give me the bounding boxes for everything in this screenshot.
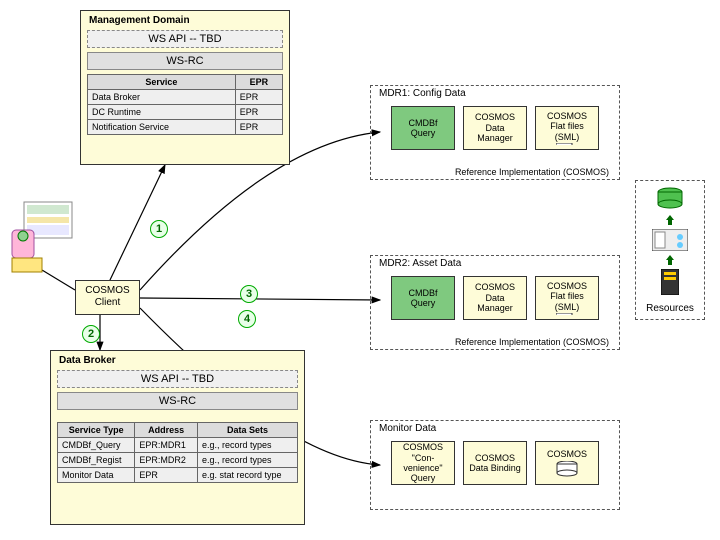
monitor-title: Monitor Data: [379, 423, 436, 434]
table-row: DC RuntimeEPR: [88, 105, 283, 120]
management-domain-panel: Management Domain WS API -- TBD WS-RC Se…: [80, 10, 290, 165]
server-icon: [652, 229, 688, 251]
cosmos-data-binding-box: COSMOS Data Binding: [463, 441, 527, 485]
cosmos-flatfiles-box: COSMOS Flat files (SML): [535, 276, 599, 320]
cosmos-data-manager-box: COSMOS Data Manager: [463, 106, 527, 150]
cosmos-convenience-query-box: COSMOS "Con-venience" Query: [391, 441, 455, 485]
ws-rc-strip: WS-RC: [87, 52, 283, 70]
th-epr: EPR: [235, 75, 282, 90]
data-broker-table: Service Type Address Data Sets CMDBf_Que…: [57, 422, 298, 483]
cmdbf-query-box: CMDBf Query: [391, 276, 455, 320]
step-marker-1: 1: [150, 220, 168, 238]
ws-api-strip: WS API -- TBD: [57, 370, 298, 388]
step-marker-2: 2: [82, 325, 100, 343]
step-marker-4: 4: [238, 310, 256, 328]
file-stack-icon: [556, 143, 578, 145]
th-service-type: Service Type: [58, 423, 135, 438]
ws-api-strip: WS API -- TBD: [87, 30, 283, 48]
th-datasets: Data Sets: [198, 423, 298, 438]
monitor-data-container: Monitor Data COSMOS "Con-venience" Query…: [370, 420, 620, 510]
mdr1-container: MDR1: Config Data CMDBf Query COSMOS Dat…: [370, 85, 620, 180]
cosmos-client-line2: Client: [95, 297, 121, 308]
step-marker-3: 3: [240, 285, 258, 303]
user-with-terminal-icon: [10, 200, 75, 275]
table-row: Data BrokerEPR: [88, 90, 283, 105]
resources-container: Resources: [635, 180, 705, 320]
th-address: Address: [135, 423, 198, 438]
table-row: CMDBf_QueryEPR:MDR1e.g., record types: [58, 438, 298, 453]
mdr2-ref-label: Reference Implementation (COSMOS): [455, 337, 609, 347]
resources-label: Resources: [646, 303, 694, 314]
th-service: Service: [88, 75, 236, 90]
table-row: Notification ServiceEPR: [88, 120, 283, 135]
cosmos-store-box: COSMOS: [535, 441, 599, 485]
management-domain-title: Management Domain: [89, 15, 283, 26]
database-icon: [656, 187, 684, 211]
double-arrow-icon: [666, 215, 674, 225]
tower-icon: [661, 269, 679, 295]
file-stack-icon: [556, 313, 578, 315]
data-broker-panel: Data Broker WS API -- TBD WS-RC Service …: [50, 350, 305, 525]
cmdbf-query-box: CMDBf Query: [391, 106, 455, 150]
cosmos-client-node: COSMOS Client: [75, 280, 140, 315]
table-row: Monitor DataEPRe.g. stat record type: [58, 468, 298, 483]
mdr2-container: MDR2: Asset Data CMDBf Query COSMOS Data…: [370, 255, 620, 350]
mdr2-title: MDR2: Asset Data: [379, 258, 461, 269]
cosmos-client-line1: COSMOS: [85, 285, 129, 296]
cosmos-flatfiles-box: COSMOS Flat files (SML): [535, 106, 599, 150]
mdr1-ref-label: Reference Implementation (COSMOS): [455, 167, 609, 177]
mdr1-title: MDR1: Config Data: [379, 88, 466, 99]
ws-rc-strip: WS-RC: [57, 392, 298, 410]
cosmos-data-manager-box: COSMOS Data Manager: [463, 276, 527, 320]
data-broker-title: Data Broker: [59, 355, 298, 366]
table-row: CMDBf_RegistEPR:MDR2e.g., record types: [58, 453, 298, 468]
double-arrow-icon: [666, 255, 674, 265]
cylinder-icon: [556, 461, 578, 477]
management-services-table: Service EPR Data BrokerEPR DC RuntimeEPR…: [87, 74, 283, 135]
